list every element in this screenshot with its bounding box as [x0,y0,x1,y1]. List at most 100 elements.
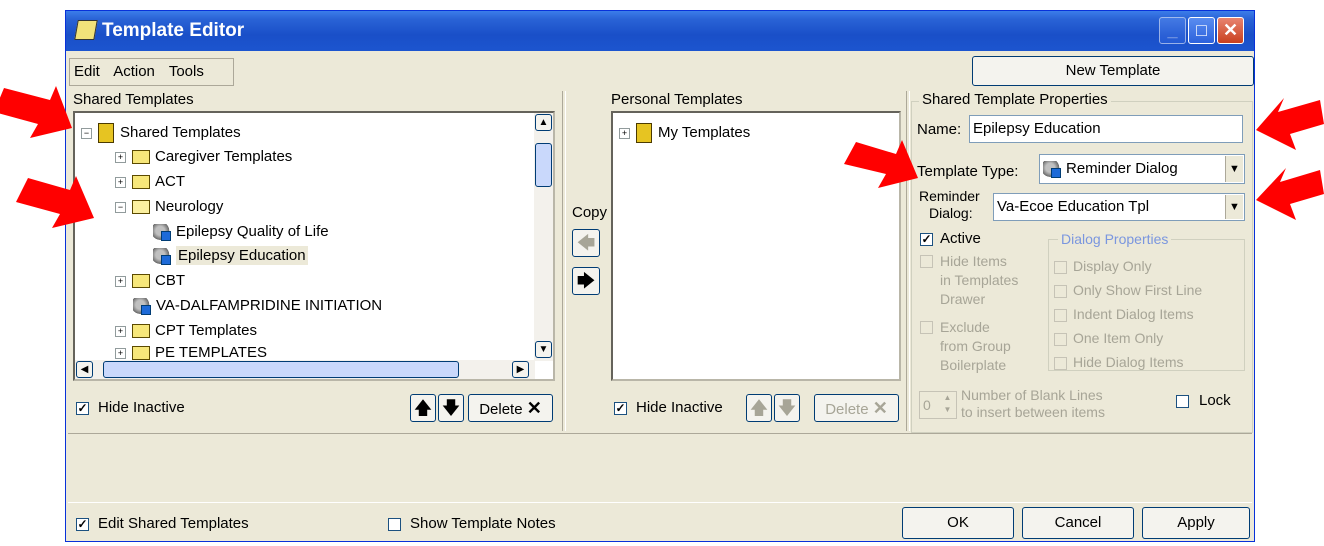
app-icon [74,20,98,40]
tree-root-label: My Templates [658,123,751,141]
reminder-dialog-icon [153,247,171,265]
show-notes-label[interactable]: Show Template Notes [410,515,556,532]
edit-shared-checkbox[interactable]: ✓ [76,518,89,531]
cancel-button[interactable]: Cancel [1022,507,1134,539]
dialog-prop-checkbox[interactable] [1054,332,1067,346]
copy-right-button[interactable]: 🡆 [572,267,600,295]
tree-item-label: VA-DALFAMPRIDINE INITIATION [156,297,383,314]
tree-item[interactable]: − Neurology [115,198,223,215]
hide-items-label: Hide Items in Templates Drawer [940,252,1018,309]
properties-heading: Shared Template Properties [919,91,1111,108]
tree-item[interactable]: + CPT Templates [115,322,257,339]
hide-inactive-checkbox[interactable]: ✓ [76,402,89,415]
name-input[interactable]: Epilepsy Education [969,115,1243,143]
tree-item[interactable]: + Caregiver Templates [115,148,292,165]
scroll-left-button[interactable]: ◀ [76,361,93,378]
template-type-select[interactable]: Reminder Dialog ▼ [1039,154,1245,184]
name-label: Name: [917,121,962,138]
expand-icon[interactable]: + [115,347,126,359]
expand-icon[interactable]: + [619,127,630,139]
personal-delete-button[interactable]: Delete ✕ [814,394,899,422]
dialog-prop-item[interactable]: Indent Dialog Items [1054,302,1202,326]
expand-icon[interactable]: + [115,151,126,163]
personal-move-up-button[interactable]: 🡅 [746,394,772,422]
hide-inactive-label[interactable]: Hide Inactive [98,399,185,416]
dialog-prop-item[interactable]: Only Show First Line [1054,278,1202,302]
personal-hide-inactive-label[interactable]: Hide Inactive [636,399,723,416]
menu-tools[interactable]: Tools [169,63,204,80]
dialog-prop-checkbox[interactable] [1054,308,1067,322]
chevron-down-icon[interactable]: ▼ [1225,156,1243,182]
tree-item-label: Neurology [155,198,224,215]
menu-action[interactable]: Action [113,63,155,80]
new-template-button[interactable]: New Template [972,56,1254,86]
collapse-icon[interactable]: − [115,201,126,213]
tree-item[interactable]: + ACT [115,173,185,190]
exclude-line: from Group [940,338,1011,354]
exclude-checkbox[interactable] [920,321,933,334]
collapse-icon[interactable]: − [81,127,92,139]
reminder-dialog-select[interactable]: Va-Ecoe Education Tpl ▼ [993,193,1245,221]
tree-item[interactable]: + PE TEMPLATES [115,344,267,360]
folder-icon [132,274,150,289]
personal-templates-tree[interactable]: + My Templates [611,111,901,381]
chevron-down-icon[interactable]: ▼ [1225,195,1243,219]
dialog-prop-label: One Item Only [1073,330,1164,346]
move-up-button[interactable]: 🡅 [410,394,436,422]
tree-root[interactable]: + My Templates [619,123,750,143]
maximize-button[interactable]: □ [1188,17,1215,44]
dialog-prop-checkbox[interactable] [1054,356,1067,370]
tree-item[interactable]: Epilepsy Quality of Life [153,223,329,241]
horizontal-scrollbar[interactable]: ◀ ▶ [75,360,535,379]
shared-templates-tree[interactable]: − Shared Templates + Caregiver Templates +… [73,111,555,381]
personal-templates-heading: Personal Templates [611,91,743,108]
dialog-prop-label: Hide Dialog Items [1073,354,1184,370]
expand-icon[interactable]: + [115,176,126,188]
dialog-prop-item[interactable]: Display Only [1054,254,1202,278]
dialog-prop-checkbox[interactable] [1054,284,1067,298]
close-button[interactable]: ✕ [1217,17,1244,44]
move-down-button[interactable]: 🡇 [438,394,464,422]
tree-root[interactable]: − Shared Templates [81,123,241,143]
lock-checkbox[interactable] [1176,395,1189,408]
menu-edit[interactable]: Edit [74,63,100,80]
dialog-prop-item[interactable]: One Item Only [1054,326,1202,350]
spin-down-icon[interactable]: ▼ [940,405,955,417]
delete-button[interactable]: Delete ✕ [468,394,553,422]
scroll-down-button[interactable]: ▼ [535,341,552,358]
scroll-thumb[interactable] [535,143,552,187]
vertical-scrollbar[interactable]: ▲ ▼ [534,113,553,361]
expand-icon[interactable]: + [115,275,126,287]
personal-hide-inactive-checkbox[interactable]: ✓ [614,402,627,415]
exclude-line: Exclude [940,319,990,335]
personal-move-down-button[interactable]: 🡇 [774,394,800,422]
ok-button[interactable]: OK [902,507,1014,539]
dialog-prop-item[interactable]: Hide Dialog Items [1054,350,1202,374]
blank-lines-spinner[interactable]: 0 ▲ ▼ [919,391,957,419]
tree-item[interactable]: + CBT [115,272,185,289]
expand-icon[interactable]: + [115,325,126,337]
scroll-up-button[interactable]: ▲ [535,114,552,131]
active-label[interactable]: Active [940,230,981,247]
dialog-prop-checkbox[interactable] [1054,260,1067,274]
apply-button[interactable]: Apply [1142,507,1250,539]
tree-item-label: ACT [155,173,185,190]
hide-items-checkbox[interactable] [920,255,933,268]
hide-items-line: Hide Items [940,253,1007,269]
dialog-prop-label: Only Show First Line [1073,282,1203,298]
minimize-button[interactable]: _ [1159,17,1186,44]
lock-label[interactable]: Lock [1199,392,1231,409]
active-checkbox[interactable]: ✓ [920,233,933,246]
folder-open-icon [132,200,150,215]
scroll-right-button[interactable]: ▶ [512,361,529,378]
dialog-properties-list: Display Only Only Show First Line Indent… [1054,254,1202,374]
scroll-h-thumb[interactable] [103,361,459,378]
dialog-prop-label: Display Only [1073,258,1152,274]
show-notes-checkbox[interactable] [388,518,401,531]
copy-left-button[interactable]: 🡄 [572,229,600,257]
spin-up-icon[interactable]: ▲ [940,393,955,405]
tree-item[interactable]: VA-DALFAMPRIDINE INITIATION [133,297,382,315]
tree-item-selected[interactable]: Epilepsy Education [153,246,308,265]
edit-shared-label[interactable]: Edit Shared Templates [98,515,249,532]
cabinet-icon [636,123,652,143]
